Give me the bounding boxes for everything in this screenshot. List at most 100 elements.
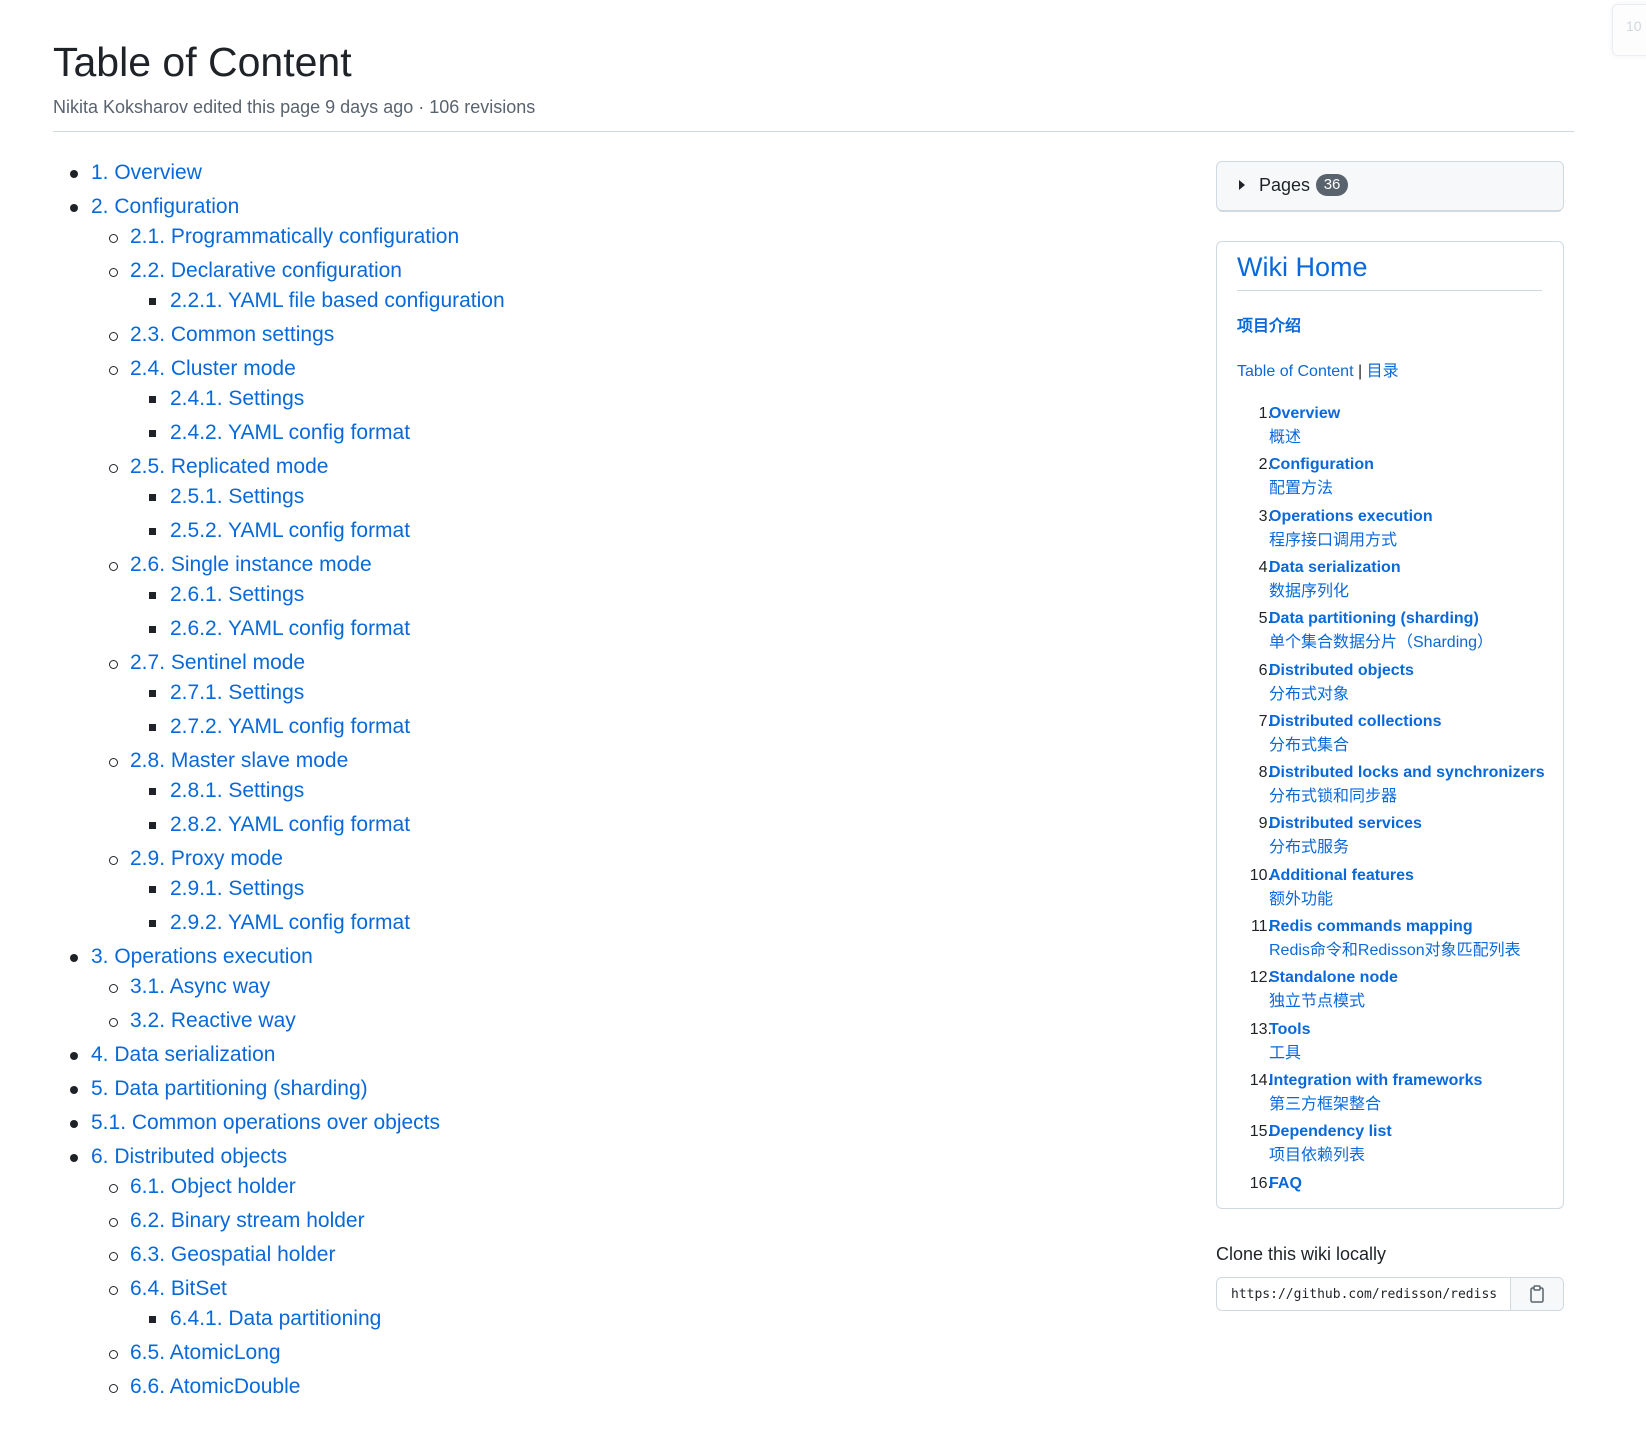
toc-link[interactable]: 2.5.2. YAML config format — [170, 518, 410, 544]
toc-link[interactable]: 3.2. Reactive way — [130, 1008, 296, 1034]
toc-link[interactable]: 1. Overview — [91, 160, 202, 186]
toc-link[interactable]: Table of Content — [1237, 363, 1354, 380]
toc-link[interactable]: 6. Distributed objects — [91, 1144, 287, 1170]
toc-link[interactable]: 2.7. Sentinel mode — [130, 650, 305, 676]
list-bullet — [109, 464, 118, 473]
list-bullet — [149, 626, 156, 633]
chapter-link[interactable]: Data partitioning (sharding) — [1269, 607, 1479, 631]
chapter-link-zh[interactable]: 独立节点模式 — [1269, 990, 1365, 1014]
chapter-link[interactable]: Tools — [1269, 1018, 1310, 1042]
chapter-link[interactable]: Distributed locks and synchronizers — [1269, 761, 1545, 785]
pages-count-badge: 36 — [1316, 174, 1349, 196]
chapter-link-zh[interactable]: 数据序列化 — [1269, 580, 1349, 604]
toc-link[interactable]: 5.1. Common operations over objects — [91, 1110, 440, 1136]
chapter-link-zh[interactable]: 单个集合数据分片（Sharding） — [1269, 631, 1493, 655]
project-intro-link[interactable]: 项目介绍 — [1237, 312, 1301, 336]
list-bullet — [149, 920, 156, 927]
chapter-link-zh[interactable]: 工具 — [1269, 1042, 1301, 1066]
toc-link[interactable]: 6.4.1. Data partitioning — [170, 1306, 381, 1332]
header-divider — [53, 131, 1574, 132]
toc-link[interactable]: 2.5.1. Settings — [170, 484, 304, 510]
toc-link[interactable]: 2.4. Cluster mode — [130, 356, 296, 382]
toc-link[interactable]: 6.2. Binary stream holder — [130, 1208, 365, 1234]
wiki-home-link[interactable]: Wiki Home — [1237, 252, 1542, 291]
toc-link[interactable]: 2.7.2. YAML config format — [170, 714, 410, 740]
list-bullet — [70, 1120, 78, 1128]
chapter-link[interactable]: Distributed services — [1269, 812, 1422, 836]
chapter-link-zh[interactable]: 分布式锁和同步器 — [1269, 785, 1397, 809]
corner-widget[interactable]: 10 — [1612, 4, 1646, 56]
toc-link[interactable]: 2.1. Programmatically configuration — [130, 224, 459, 250]
chapter-link[interactable]: Operations execution — [1269, 505, 1433, 529]
toc-link[interactable]: 2.6.2. YAML config format — [170, 616, 410, 642]
list-bullet — [70, 1086, 78, 1094]
toc-link[interactable]: 2.4.2. YAML config format — [170, 420, 410, 446]
toc-link[interactable]: 2.2. Declarative configuration — [130, 258, 402, 284]
list-bullet — [70, 1154, 78, 1162]
toc-link[interactable]: 2.8.2. YAML config format — [170, 812, 410, 838]
list-bullet — [109, 1350, 118, 1359]
list-bullet — [149, 528, 156, 535]
chapter-link[interactable]: Integration with frameworks — [1269, 1069, 1482, 1093]
toc-link[interactable]: 4. Data serialization — [91, 1042, 275, 1068]
chapter-link[interactable]: Dependency list — [1269, 1120, 1392, 1144]
chapter-link[interactable]: FAQ — [1269, 1172, 1302, 1196]
toc-link[interactable]: 6.6. AtomicDouble — [130, 1374, 300, 1400]
chapter-link-zh[interactable]: 额外功能 — [1269, 888, 1333, 912]
toc-link[interactable]: 5. Data partitioning (sharding) — [91, 1076, 368, 1102]
chapter-link-zh[interactable]: 分布式对象 — [1269, 683, 1349, 707]
toc-link[interactable]: 2.3. Common settings — [130, 322, 334, 348]
chapter-link-zh[interactable]: 配置方法 — [1269, 477, 1333, 501]
list-bullet — [70, 204, 78, 212]
list-bullet — [109, 1218, 118, 1227]
clone-title: Clone this wiki locally — [1216, 1244, 1387, 1264]
chapter-link-zh[interactable]: 分布式服务 — [1269, 836, 1349, 860]
chapter-link-zh[interactable]: 程序接口调用方式 — [1269, 529, 1397, 553]
chapter-link[interactable]: Additional features — [1269, 864, 1414, 888]
list-bullet — [149, 298, 156, 305]
clone-url-input[interactable] — [1217, 1278, 1510, 1310]
toc-link[interactable]: 6.5. AtomicLong — [130, 1340, 281, 1366]
chapter-link[interactable]: Configuration — [1269, 453, 1374, 477]
toc-link[interactable]: 2.7.1. Settings — [170, 680, 304, 706]
list-bullet — [109, 366, 118, 375]
caret-right-icon — [1239, 180, 1245, 190]
chapter-link[interactable]: Overview — [1269, 402, 1340, 426]
corner-widget-text: 10 — [1626, 18, 1642, 34]
toc-link[interactable]: 2.5. Replicated mode — [130, 454, 328, 480]
toc-link-zh[interactable]: 目录 — [1367, 363, 1399, 380]
chapter-link[interactable]: Distributed collections — [1269, 710, 1441, 734]
toc-link[interactable]: 6.3. Geospatial holder — [130, 1242, 335, 1268]
chapter-link-zh[interactable]: 概述 — [1269, 426, 1301, 450]
toc-link[interactable]: 2.2.1. YAML file based configuration — [170, 288, 505, 314]
toc-link[interactable]: 6.1. Object holder — [130, 1174, 296, 1200]
toc-link[interactable]: 3.1. Async way — [130, 974, 270, 1000]
wiki-sidebar: Wiki Home 项目介绍 Table of Content | 目录 1. O… — [1216, 241, 1564, 1209]
toc-link[interactable]: 2.9.1. Settings — [170, 876, 304, 902]
chapter-link-zh[interactable]: 分布式集合 — [1269, 734, 1349, 758]
toc-link[interactable]: 2.6.1. Settings — [170, 582, 304, 608]
toc-link[interactable]: 6.4. BitSet — [130, 1276, 227, 1302]
pages-toggle[interactable]: Pages 36 — [1239, 174, 1349, 196]
toc-link[interactable]: 2.8. Master slave mode — [130, 748, 348, 774]
toc-link[interactable]: 2. Configuration — [91, 194, 239, 220]
chapter-link[interactable]: Redis commands mapping — [1269, 915, 1473, 939]
clipboard-icon — [1530, 1285, 1544, 1303]
toc-link[interactable]: 2.4.1. Settings — [170, 386, 304, 412]
list-bullet — [70, 954, 78, 962]
chapter-link-zh[interactable]: Redis命令和Redisson对象匹配列表 — [1269, 939, 1521, 963]
toc-link[interactable]: 3. Operations execution — [91, 944, 313, 970]
copy-url-button[interactable] — [1510, 1278, 1563, 1310]
list-bullet — [109, 234, 118, 243]
list-bullet — [109, 1018, 118, 1027]
chapter-link[interactable]: Data serialization — [1269, 556, 1401, 580]
list-bullet — [109, 1286, 118, 1295]
chapter-link[interactable]: Standalone node — [1269, 966, 1398, 990]
chapter-link-zh[interactable]: 第三方框架整合 — [1269, 1093, 1381, 1117]
chapter-link[interactable]: Distributed objects — [1269, 659, 1414, 683]
toc-link[interactable]: 2.9. Proxy mode — [130, 846, 283, 872]
toc-link[interactable]: 2.9.2. YAML config format — [170, 910, 410, 936]
toc-link[interactable]: 2.6. Single instance mode — [130, 552, 372, 578]
toc-link[interactable]: 2.8.1. Settings — [170, 778, 304, 804]
chapter-link-zh[interactable]: 项目依赖列表 — [1269, 1144, 1365, 1168]
